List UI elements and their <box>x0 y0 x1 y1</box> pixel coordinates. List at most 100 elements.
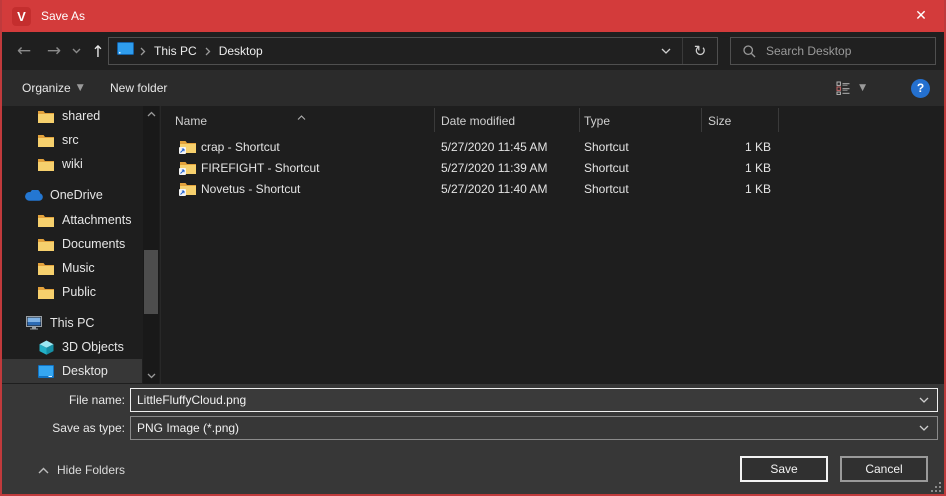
sidebar-item-label: This PC <box>50 316 94 330</box>
file-name: Novetus - Shortcut <box>201 178 300 199</box>
folder-shortcut-icon <box>180 136 196 157</box>
hide-folders-button[interactable]: Hide Folders <box>38 458 125 482</box>
sidebar-item-music[interactable]: Music <box>2 256 142 280</box>
sidebar-item-src[interactable]: src <box>2 128 142 152</box>
search-box[interactable] <box>730 37 936 65</box>
sidebar-item-documents[interactable]: Documents <box>2 232 142 256</box>
save-as-dialog: V Save As ✕ ← → ↑ This PC Desktop <box>0 0 946 496</box>
folder-icon <box>36 286 56 299</box>
close-glyph: ✕ <box>915 8 927 24</box>
file-name-dropdown-icon[interactable] <box>911 397 937 403</box>
toolbar: Organize ▼ New folder ▼ ? <box>2 70 944 106</box>
file-row-crap-shortcut[interactable]: crap - Shortcut 5/27/2020 11:45 AM Short… <box>161 136 945 157</box>
save-as-type-value: PNG Image (*.png) <box>131 421 911 435</box>
folder-icon <box>36 110 56 123</box>
sidebar-item-this-pc[interactable]: This PC <box>2 311 142 335</box>
column-divider[interactable] <box>701 108 702 132</box>
search-icon <box>743 45 756 58</box>
file-row-novetus-shortcut[interactable]: Novetus - Shortcut 5/27/2020 11:40 AM Sh… <box>161 178 945 199</box>
shortcut-arrow-icon <box>179 189 186 196</box>
file-name-input[interactable] <box>131 393 911 407</box>
breadcrumb-this-pc[interactable]: This PC <box>152 44 199 58</box>
new-folder-label: New folder <box>110 81 167 95</box>
navigation-bar: ← → ↑ This PC Desktop ↻ <box>2 32 944 70</box>
logo-letter: V <box>17 9 26 24</box>
window-title: Save As <box>41 9 85 23</box>
help-button[interactable]: ? <box>911 70 930 106</box>
file-date-modified: 5/27/2020 11:39 AM <box>441 157 548 178</box>
column-divider[interactable] <box>434 108 435 132</box>
sidebar-item-desktop[interactable]: Desktop <box>2 359 142 383</box>
sidebar-item-label: shared <box>62 109 100 123</box>
sidebar-item-label: Public <box>62 285 96 299</box>
sidebar-item-shared[interactable]: shared <box>2 106 142 128</box>
this-pc-icon <box>117 42 134 60</box>
folder-shortcut-icon <box>180 178 196 199</box>
search-input[interactable] <box>766 44 916 58</box>
folder-icon <box>36 158 56 171</box>
new-folder-button[interactable]: New folder <box>110 70 167 106</box>
file-name: FIREFIGHT - Shortcut <box>201 157 319 178</box>
breadcrumb-chevron-icon <box>140 47 146 56</box>
column-header-name[interactable]: Name <box>175 106 207 133</box>
folder-icon <box>36 134 56 147</box>
sidebar-item-3d-objects[interactable]: 3D Objects <box>2 335 142 359</box>
organize-label: Organize <box>22 81 71 95</box>
scrollbar-thumb[interactable] <box>144 250 158 314</box>
sidebar-item-wiki[interactable]: wiki <box>2 152 142 176</box>
back-icon[interactable]: ← <box>10 32 38 70</box>
up-icon[interactable]: ↑ <box>86 32 110 70</box>
shortcut-arrow-icon <box>179 147 186 154</box>
organize-button[interactable]: Organize ▼ <box>22 70 84 106</box>
column-header-size[interactable]: Size <box>708 106 731 133</box>
save-button[interactable]: Save <box>740 456 828 482</box>
save-as-type-label: Save as type: <box>2 421 125 435</box>
file-row-firefight-shortcut[interactable]: FIREFIGHT - Shortcut 5/27/2020 11:39 AM … <box>161 157 945 178</box>
column-header-type[interactable]: Type <box>584 106 610 133</box>
dialog-content: shared src wiki OneDrive Attachments Doc… <box>2 106 944 384</box>
refresh-icon[interactable]: ↻ <box>683 38 717 64</box>
history-chevron-icon[interactable] <box>68 32 84 70</box>
scroll-up-icon[interactable] <box>143 106 159 122</box>
close-icon[interactable]: ✕ <box>898 0 944 32</box>
file-size: 1 KB <box>701 136 771 157</box>
organize-dropdown-icon: ▼ <box>77 83 84 93</box>
sidebar-scrollbar[interactable] <box>143 106 159 384</box>
titlebar: V Save As ✕ <box>2 0 944 32</box>
address-bar[interactable]: This PC Desktop ↻ <box>108 37 718 65</box>
desktop-icon <box>36 365 56 378</box>
3d-cube-icon <box>36 340 56 355</box>
file-size: 1 KB <box>701 178 771 199</box>
file-date-modified: 5/27/2020 11:40 AM <box>441 178 548 199</box>
details-view-icon <box>836 81 851 95</box>
breadcrumb-desktop[interactable]: Desktop <box>217 44 265 58</box>
chevron-up-icon <box>38 467 49 474</box>
sidebar-item-attachments[interactable]: Attachments <box>2 208 142 232</box>
column-label: Size <box>708 114 731 128</box>
sidebar-item-label: Desktop <box>62 364 108 378</box>
column-label: Name <box>175 114 207 128</box>
sidebar-item-onedrive[interactable]: OneDrive <box>2 183 142 207</box>
forward-icon[interactable]: → <box>40 32 68 70</box>
resize-grip[interactable] <box>931 482 941 492</box>
column-divider[interactable] <box>778 108 779 132</box>
address-dropdown-chevron-icon[interactable] <box>650 38 682 64</box>
onedrive-cloud-icon <box>24 190 44 201</box>
column-header-date-modified[interactable]: Date modified <box>441 106 515 133</box>
save-as-type-select[interactable]: PNG Image (*.png) <box>130 416 938 440</box>
file-size: 1 KB <box>701 157 771 178</box>
sidebar-item-label: wiki <box>62 157 83 171</box>
cancel-button[interactable]: Cancel <box>840 456 928 482</box>
scroll-down-icon[interactable] <box>143 368 159 384</box>
sidebar-item-label: src <box>62 133 79 147</box>
sidebar-item-label: Attachments <box>62 213 131 227</box>
breadcrumb-chevron-icon <box>205 47 211 56</box>
sidebar-item-public[interactable]: Public <box>2 280 142 304</box>
sidebar-item-label: Music <box>62 261 95 275</box>
view-options-button[interactable]: ▼ <box>836 70 866 106</box>
folder-shortcut-icon <box>180 157 196 178</box>
folder-icon <box>36 238 56 251</box>
file-type: Shortcut <box>584 136 629 157</box>
view-dropdown-icon: ▼ <box>859 83 866 93</box>
column-divider[interactable] <box>579 108 580 132</box>
